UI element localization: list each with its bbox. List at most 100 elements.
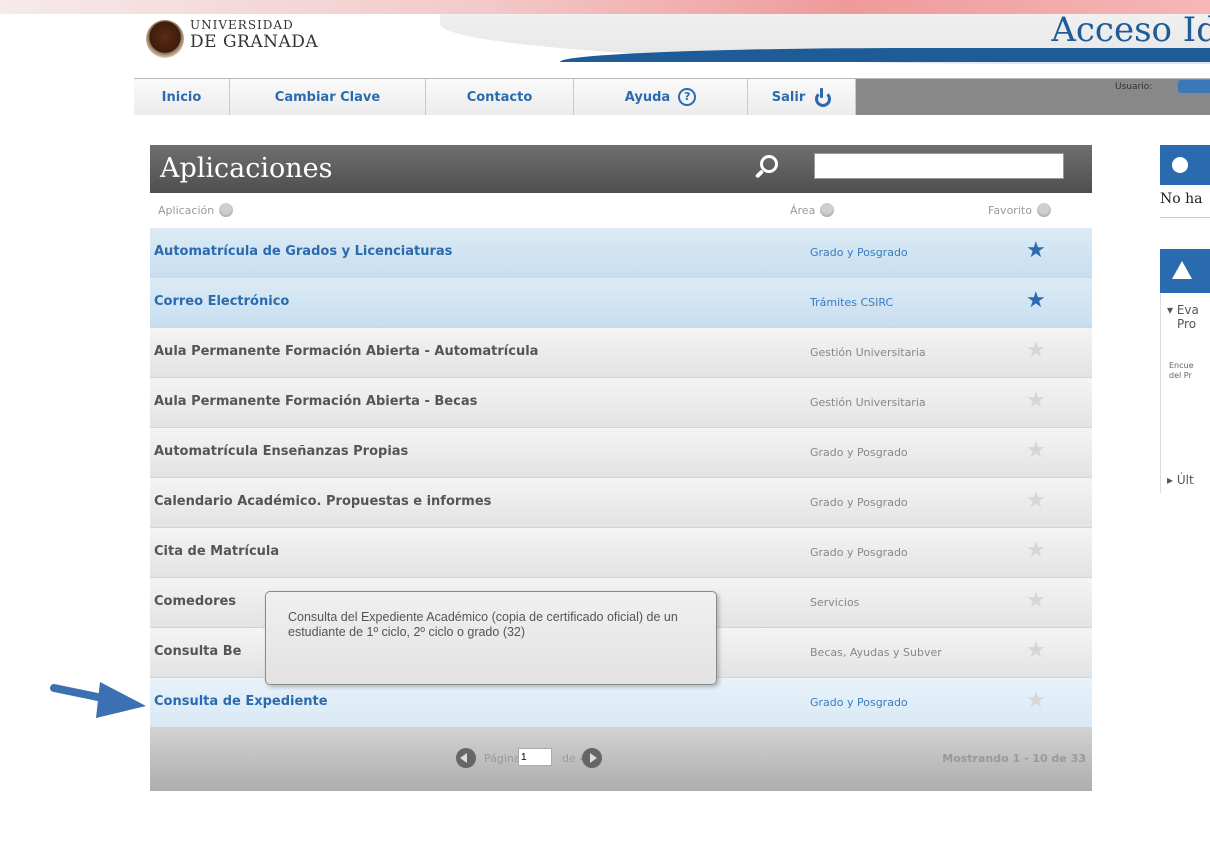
info-circle-icon bbox=[1172, 157, 1188, 173]
side-alerts-list: ▾ Eva Pro Encue del Pr ▸ Últ bbox=[1160, 293, 1210, 493]
app-name[interactable]: Comedores bbox=[154, 594, 236, 609]
star-icon[interactable]: ★ bbox=[1026, 390, 1046, 412]
app-name[interactable]: Calendario Académico. Propuestas e infor… bbox=[154, 494, 491, 509]
table-row[interactable]: Consulta de Expediente Grado y Posgrado … bbox=[150, 678, 1092, 728]
tooltip-text: Consulta del Expediente Académico (copia… bbox=[288, 610, 678, 639]
star-icon[interactable]: ★ bbox=[1026, 490, 1046, 512]
next-page-icon[interactable] bbox=[582, 748, 602, 768]
app-area: Grado y Posgrado bbox=[810, 446, 908, 459]
nav-inicio[interactable]: Inicio bbox=[134, 79, 230, 115]
pointer-arrow-icon bbox=[50, 682, 146, 718]
page-banner-title: Acceso Id bbox=[1051, 14, 1210, 50]
star-icon[interactable]: ★ bbox=[1026, 690, 1046, 712]
table-row[interactable]: Correo Electrónico Trámites CSIRC ★ bbox=[150, 278, 1092, 328]
column-favorito[interactable]: Favorito bbox=[988, 203, 1051, 217]
search-icon-handle bbox=[754, 169, 765, 179]
app-name[interactable]: Cita de Matrícula bbox=[154, 544, 279, 559]
app-name[interactable]: Consulta de Expediente bbox=[154, 694, 328, 709]
side-item-title[interactable]: ▾ Eva bbox=[1167, 303, 1199, 317]
university-name-line1: UNIVERSIDAD bbox=[190, 18, 294, 32]
side-item-desc-line2: del Pr bbox=[1169, 371, 1192, 380]
star-icon[interactable]: ★ bbox=[1026, 540, 1046, 562]
power-icon bbox=[813, 88, 832, 107]
app-area: Gestión Universitaria bbox=[810, 396, 926, 409]
search-icon[interactable] bbox=[754, 155, 778, 179]
column-headers: Aplicación Área Favorito bbox=[150, 193, 1092, 228]
nav-cambiar-clave[interactable]: Cambiar Clave bbox=[230, 79, 426, 115]
app-area: Grado y Posgrado bbox=[810, 696, 908, 709]
table-row[interactable]: Calendario Académico. Propuestas e infor… bbox=[150, 478, 1092, 528]
warning-icon bbox=[1172, 261, 1192, 279]
star-icon[interactable]: ★ bbox=[1026, 440, 1046, 462]
nav-contacto[interactable]: Contacto bbox=[426, 79, 574, 115]
app-area: Servicios bbox=[810, 596, 860, 609]
showing-count: Mostrando 1 - 10 de 33 bbox=[942, 752, 1086, 765]
app-name[interactable]: Automatrícula de Grados y Licenciaturas bbox=[154, 244, 452, 259]
app-name[interactable]: Aula Permanente Formación Abierta - Beca… bbox=[154, 394, 477, 409]
star-icon[interactable]: ★ bbox=[1026, 340, 1046, 362]
side-empty-message: No ha bbox=[1160, 191, 1203, 207]
app-area: Grado y Posgrado bbox=[810, 496, 908, 509]
column-favorito-label: Favorito bbox=[988, 203, 1032, 217]
star-icon[interactable]: ★ bbox=[1026, 290, 1046, 312]
help-circle-icon: ? bbox=[678, 88, 697, 106]
table-row[interactable]: Cita de Matrícula Grado y Posgrado ★ bbox=[150, 528, 1092, 578]
app-name[interactable]: Correo Electrónico bbox=[154, 294, 289, 309]
side-ultimo-item[interactable]: ▸ Últ bbox=[1167, 473, 1194, 487]
column-area-label: Área bbox=[790, 203, 816, 217]
panel-header: Aplicaciones bbox=[150, 145, 1092, 193]
university-name-line2: DE GRANADA bbox=[190, 32, 319, 52]
sort-icon[interactable] bbox=[1036, 203, 1051, 217]
usuario-button[interactable] bbox=[1178, 80, 1210, 93]
page-number-input[interactable] bbox=[518, 748, 552, 766]
app-area: Grado y Posgrado bbox=[810, 246, 908, 259]
site-header: UNIVERSIDAD DE GRANADA Acceso Id bbox=[0, 14, 1210, 72]
table-row[interactable]: Automatrícula de Grados y Licenciaturas … bbox=[150, 228, 1092, 278]
side-notifications-header[interactable] bbox=[1160, 145, 1210, 185]
star-icon[interactable]: ★ bbox=[1026, 590, 1046, 612]
prev-page-icon[interactable] bbox=[456, 748, 476, 768]
nav-salir[interactable]: Salir bbox=[748, 79, 856, 115]
app-name[interactable]: Automatrícula Enseñanzas Propias bbox=[154, 444, 408, 459]
search-input[interactable] bbox=[814, 153, 1064, 179]
sort-icon[interactable] bbox=[219, 203, 234, 217]
side-alerts-header[interactable] bbox=[1160, 249, 1210, 293]
nav-ayuda-label: Ayuda bbox=[624, 89, 671, 105]
app-area: Trámites CSIRC bbox=[810, 296, 894, 309]
side-item-desc: Encue del Pr bbox=[1169, 361, 1194, 381]
side-ultimo-label: Últ bbox=[1176, 473, 1194, 487]
row-tooltip: Consulta del Expediente Académico (copia… bbox=[265, 591, 717, 685]
pagination-bar: Página de 4 Mostrando 1 - 10 de 33 bbox=[150, 728, 1092, 791]
column-aplicacion-label: Aplicación bbox=[158, 203, 215, 217]
nav-cambiar-clave-label: Cambiar Clave bbox=[274, 89, 381, 105]
panel-title: Aplicaciones bbox=[160, 153, 333, 184]
app-area: Grado y Posgrado bbox=[810, 546, 908, 559]
star-icon[interactable]: ★ bbox=[1026, 240, 1046, 262]
nav-inicio-label: Inicio bbox=[161, 89, 202, 105]
app-name[interactable]: Aula Permanente Formación Abierta - Auto… bbox=[154, 344, 538, 359]
usuario-label: Usuario: bbox=[1115, 82, 1153, 92]
pagina-label: Página bbox=[484, 752, 521, 765]
main-nav: Inicio Cambiar Clave Contacto Ayuda ? Sa… bbox=[134, 78, 1210, 115]
app-area: Gestión Universitaria bbox=[810, 346, 926, 359]
nav-ayuda[interactable]: Ayuda ? bbox=[574, 79, 748, 115]
table-row[interactable]: Automatrícula Enseñanzas Propias Grado y… bbox=[150, 428, 1092, 478]
university-seal-logo[interactable] bbox=[146, 20, 184, 58]
top-gradient-bar bbox=[0, 0, 1210, 14]
applications-panel: Aplicaciones Aplicación Área Favorito Au… bbox=[150, 145, 1092, 791]
table-row[interactable]: Aula Permanente Formación Abierta - Beca… bbox=[150, 378, 1092, 428]
table-row[interactable]: Aula Permanente Formación Abierta - Auto… bbox=[150, 328, 1092, 378]
sort-icon[interactable] bbox=[820, 203, 835, 217]
nav-salir-label: Salir bbox=[771, 89, 806, 105]
side-item-line2: Pro bbox=[1177, 317, 1197, 331]
app-name[interactable]: Consulta Be bbox=[154, 644, 241, 659]
column-aplicacion[interactable]: Aplicación bbox=[158, 203, 234, 217]
side-item-line1: Eva bbox=[1176, 303, 1199, 317]
nav-contacto-label: Contacto bbox=[466, 89, 533, 105]
star-icon[interactable]: ★ bbox=[1026, 640, 1046, 662]
side-divider bbox=[1160, 217, 1210, 218]
university-name[interactable]: UNIVERSIDAD DE GRANADA bbox=[190, 18, 318, 52]
column-area[interactable]: Área bbox=[790, 203, 835, 217]
side-item-desc-line1: Encue bbox=[1169, 361, 1194, 370]
app-area: Becas, Ayudas y Subver bbox=[810, 646, 942, 659]
